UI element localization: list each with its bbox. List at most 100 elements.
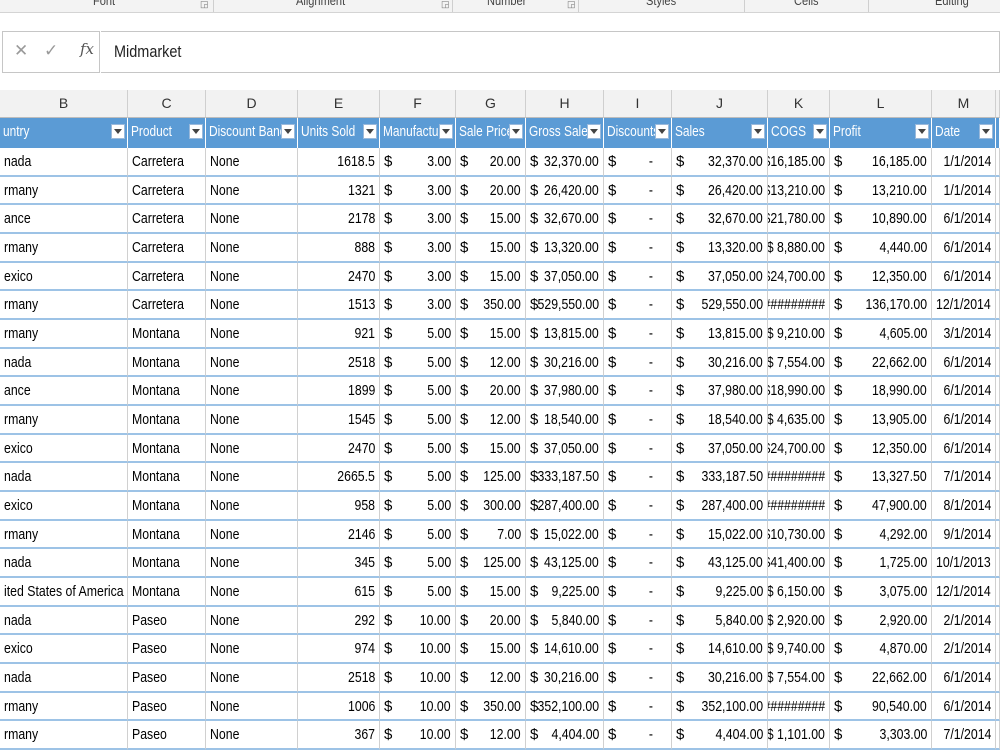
cell-profit[interactable]: $3,303.00 — [830, 721, 932, 750]
cell-gross-sales[interactable]: $32,670.00 — [526, 205, 604, 234]
cell-gross-sales[interactable]: $13,815.00 — [526, 319, 604, 349]
cell-units-sold[interactable]: 1545 — [298, 405, 380, 435]
cell-partial[interactable] — [996, 635, 1000, 664]
cell-partial[interactable] — [996, 377, 1000, 406]
cell-profit[interactable]: $12,350.00 — [830, 262, 932, 292]
cell-sale-price[interactable]: $15.00 — [456, 635, 526, 664]
cell-sales[interactable]: $18,540.00 — [672, 405, 768, 435]
cell-country[interactable]: nada — [0, 606, 128, 636]
cell-sales[interactable]: $15,022.00 — [672, 520, 768, 550]
cell-sale-price[interactable]: $20.00 — [456, 606, 526, 636]
cell-manufacturing-price[interactable]: $5.00 — [380, 434, 456, 464]
cell-sales[interactable]: $30,216.00 — [672, 663, 768, 693]
cell-product[interactable]: Carretera — [128, 291, 206, 320]
cell-date[interactable]: 12/1/2014 — [932, 577, 996, 607]
column-header-g[interactable]: G — [456, 90, 526, 118]
cell-product[interactable]: Paseo — [128, 721, 206, 750]
cell-gross-sales[interactable]: $26,420.00 — [526, 176, 604, 206]
cell-manufacturing-price[interactable]: $3.00 — [380, 205, 456, 234]
cell-gross-sales[interactable]: $37,050.00 — [526, 262, 604, 292]
cell-cogs[interactable]: $ 9,210.00 — [768, 319, 830, 349]
cell-gross-sales[interactable]: $9,225.00 — [526, 577, 604, 607]
cell-cogs[interactable]: $ 9,740.00 — [768, 635, 830, 664]
cell-partial[interactable] — [996, 520, 1000, 550]
cell-units-sold[interactable]: 2146 — [298, 520, 380, 550]
cell-partial[interactable] — [996, 262, 1000, 292]
cell-date[interactable]: 7/1/2014 — [932, 721, 996, 750]
cell-discount-band[interactable]: None — [206, 663, 298, 693]
table-header-country[interactable]: untry — [0, 118, 128, 148]
cell-sales[interactable]: $287,400.00 — [672, 491, 768, 521]
cell-sale-price[interactable]: $15.00 — [456, 262, 526, 292]
cell-product[interactable]: Paseo — [128, 606, 206, 636]
cell-manufacturing-price[interactable]: $3.00 — [380, 176, 456, 206]
cell-country[interactable]: exico — [0, 491, 128, 521]
cell-manufacturing-price[interactable]: $3.00 — [380, 233, 456, 263]
cell-country[interactable]: exico — [0, 635, 128, 664]
cell-product[interactable]: Carretera — [128, 205, 206, 234]
filter-dropdown-icon[interactable] — [587, 124, 601, 139]
cell-product[interactable]: Montana — [128, 405, 206, 435]
cell-sale-price[interactable]: $15.00 — [456, 205, 526, 234]
cell-discounts[interactable]: $ - — [604, 434, 672, 464]
cell-sales[interactable]: $37,980.00 — [672, 377, 768, 406]
cell-partial[interactable] — [996, 291, 1000, 320]
cell-units-sold[interactable]: 2518 — [298, 348, 380, 378]
filter-dropdown-icon[interactable] — [979, 124, 993, 139]
cell-gross-sales[interactable]: $18,540.00 — [526, 405, 604, 435]
cell-gross-sales[interactable]: $529,550.00 — [526, 291, 604, 320]
cell-partial[interactable] — [996, 606, 1000, 636]
cell-gross-sales[interactable]: $14,610.00 — [526, 635, 604, 664]
close-icon[interactable]: ✕ — [14, 41, 28, 61]
cell-discount-band[interactable]: None — [206, 692, 298, 722]
cell-discount-band[interactable]: None — [206, 549, 298, 578]
cell-product[interactable]: Montana — [128, 520, 206, 550]
cell-date[interactable]: 9/1/2014 — [932, 520, 996, 550]
cell-sales[interactable]: $4,404.00 — [672, 721, 768, 750]
cell-partial[interactable] — [996, 319, 1000, 349]
cell-gross-sales[interactable]: $37,050.00 — [526, 434, 604, 464]
cell-sale-price[interactable]: $20.00 — [456, 176, 526, 206]
cell-sales[interactable]: $529,550.00 — [672, 291, 768, 320]
cell-cogs[interactable]: $13,210.00 — [768, 176, 830, 206]
cell-sales[interactable]: $37,050.00 — [672, 262, 768, 292]
cell-cogs[interactable]: $16,185.00 — [768, 148, 830, 177]
cell-discounts[interactable]: $ - — [604, 663, 672, 693]
cell-sale-price[interactable]: $125.00 — [456, 549, 526, 578]
cell-discount-band[interactable]: None — [206, 463, 298, 492]
cell-discounts[interactable]: $ - — [604, 176, 672, 206]
filter-dropdown-icon[interactable] — [509, 124, 523, 139]
cell-partial[interactable] — [996, 176, 1000, 206]
cell-discount-band[interactable]: None — [206, 606, 298, 636]
cell-discounts[interactable]: $ - — [604, 606, 672, 636]
cell-partial[interactable] — [996, 233, 1000, 263]
cell-units-sold[interactable]: 292 — [298, 606, 380, 636]
cell-country[interactable]: nada — [0, 148, 128, 177]
cell-profit[interactable]: $13,327.50 — [830, 463, 932, 492]
column-header-b[interactable]: B — [0, 90, 128, 118]
cell-gross-sales[interactable]: $32,370.00 — [526, 148, 604, 177]
cell-date[interactable]: 6/1/2014 — [932, 205, 996, 234]
cell-sales[interactable]: $14,610.00 — [672, 635, 768, 664]
cell-profit[interactable]: $13,210.00 — [830, 176, 932, 206]
cell-units-sold[interactable]: 1618.5 — [298, 148, 380, 177]
filter-dropdown-icon[interactable] — [915, 124, 929, 139]
cell-units-sold[interactable]: 345 — [298, 549, 380, 578]
cell-date[interactable]: 7/1/2014 — [932, 463, 996, 492]
cell-profit[interactable]: $13,905.00 — [830, 405, 932, 435]
cell-sale-price[interactable]: $7.00 — [456, 520, 526, 550]
cell-cogs[interactable]: $ 1,101.00 — [768, 721, 830, 750]
cell-discount-band[interactable]: None — [206, 491, 298, 521]
cell-gross-sales[interactable]: $43,125.00 — [526, 549, 604, 578]
cell-cogs[interactable]: $ 6,150.00 — [768, 577, 830, 607]
cell-gross-sales[interactable]: $37,980.00 — [526, 377, 604, 406]
cell-date[interactable]: 8/1/2014 — [932, 491, 996, 521]
cell-product[interactable]: Montana — [128, 434, 206, 464]
cell-discounts[interactable]: $ - — [604, 233, 672, 263]
cell-country[interactable]: exico — [0, 434, 128, 464]
cell-date[interactable]: 6/1/2014 — [932, 348, 996, 378]
cell-sales[interactable]: $37,050.00 — [672, 434, 768, 464]
cell-sale-price[interactable]: $15.00 — [456, 577, 526, 607]
cell-discount-band[interactable]: None — [206, 319, 298, 349]
column-header-m[interactable]: M — [932, 90, 996, 118]
